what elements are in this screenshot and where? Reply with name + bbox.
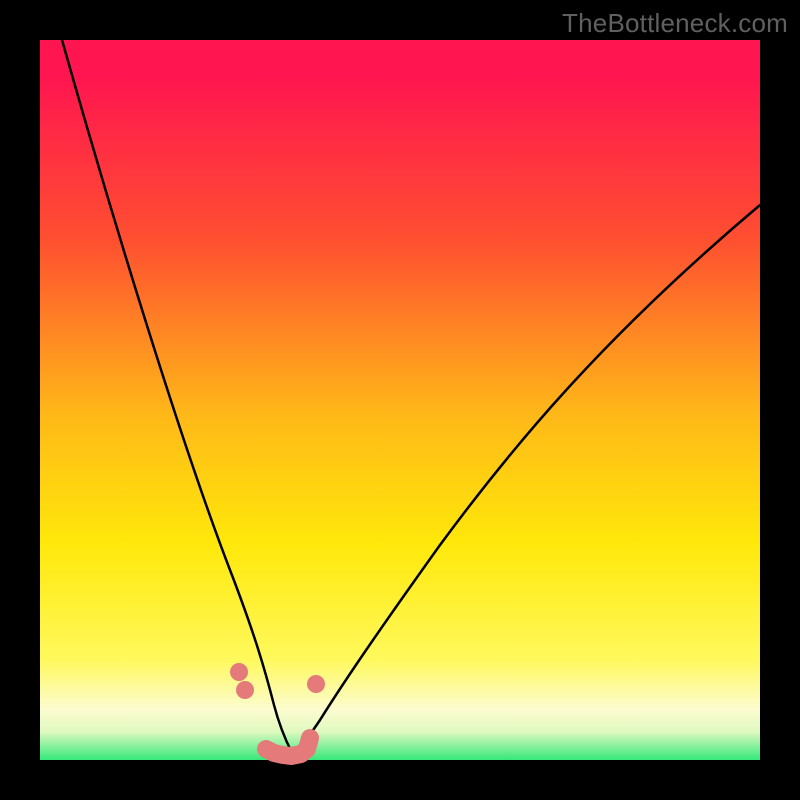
watermark-label: TheBottleneck.com xyxy=(562,8,788,39)
highlight-dot xyxy=(307,675,325,693)
chart-frame: TheBottleneck.com xyxy=(0,0,800,800)
curve-right-branch xyxy=(292,205,760,753)
highlight-dot xyxy=(236,681,254,699)
curve-layer xyxy=(40,40,760,760)
bottom-dot-hull xyxy=(266,738,310,756)
curve-left-branch xyxy=(62,40,292,753)
highlight-dot xyxy=(230,663,248,681)
